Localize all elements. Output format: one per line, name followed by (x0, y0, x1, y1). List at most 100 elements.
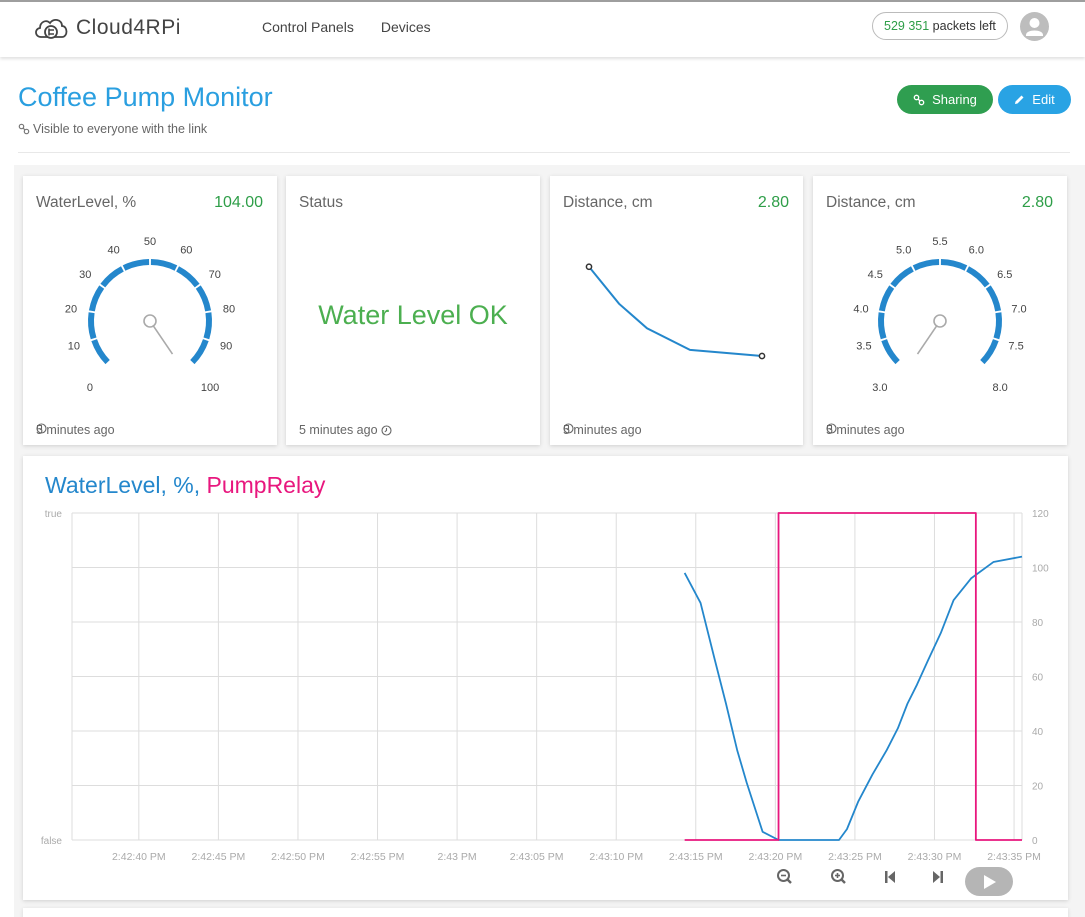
gauge-arc-segment (195, 285, 212, 312)
timeseries-chart-widget[interactable]: WaterLevel, %, PumpRelay 0 20 40 60 80 100 120… (23, 456, 1068, 900)
gauge-tick-label: 7.5 (1008, 341, 1023, 353)
gauge-tick-label: 8.0 (992, 382, 1007, 394)
gauge-arc-segment (912, 259, 940, 271)
x-axis-tick-label: 2:43:35 PM (987, 851, 1041, 863)
gauge-arc-segment (980, 339, 999, 365)
chart-plot: 0 20 40 60 80 100 120 2:42:40 PM 2:42:45 PM 2:42:… (41, 509, 1049, 863)
main-nav: Control Panels Devices (262, 19, 431, 35)
edit-button[interactable]: Edit (998, 85, 1071, 114)
user-avatar-icon[interactable] (1020, 12, 1049, 41)
skip-back-button[interactable] (882, 867, 898, 892)
right-axis-tick-label: 120 (1032, 509, 1049, 520)
nav-devices[interactable]: Devices (381, 19, 431, 35)
clock-icon (36, 423, 47, 434)
x-axis-tick-label: 2:42:55 PM (351, 851, 405, 863)
x-axis-tick-label: 2:42:50 PM (271, 851, 325, 863)
gauge-tick-label: 5.5 (932, 236, 947, 248)
right-axis-tick-label: 100 (1032, 564, 1049, 575)
right-axis-tick-label: 80 (1032, 618, 1044, 629)
brand-logo[interactable]: Cloud4RPi (32, 14, 181, 42)
gauge-tick-label: 0 (87, 382, 93, 394)
gauge-arc-segment (150, 259, 178, 271)
link-icon (913, 94, 925, 105)
gauge-tick-label: 6.0 (969, 245, 984, 257)
gauge-needle-hub (143, 314, 157, 328)
gauge-tick-label: 70 (209, 269, 221, 281)
x-axis-tick-label: 2:42:40 PM (112, 851, 166, 863)
gauge-arc-segment (100, 266, 124, 288)
gauge-tick-label: 4.0 (853, 303, 868, 315)
gauge-tick-label: 3.5 (856, 341, 871, 353)
clock-icon (563, 423, 574, 434)
gauge-arc-segment (91, 339, 110, 365)
gauge-arc-segment (985, 285, 1002, 312)
waterlevel-gauge-widget[interactable]: 0 10 20 30 40 50 60 70 80 90 100 WaterLevel, % 104… (23, 176, 277, 445)
widget-title: Distance, cm (563, 194, 653, 211)
play-icon (984, 874, 996, 889)
header-divider (18, 152, 1070, 153)
updated-text: 5 minutes ago (36, 423, 115, 437)
widget-title: Distance, cm (826, 194, 916, 211)
gauge-tick-label: 5.0 (896, 245, 911, 257)
widget-value: 2.80 (1021, 194, 1053, 211)
zoom-in-icon (831, 869, 846, 884)
status-text: Water Level OK (318, 300, 508, 330)
right-axis-tick-label: 40 (1032, 727, 1044, 738)
clock-icon (380, 424, 392, 436)
gauge-arc-segment (878, 285, 895, 312)
sparkline-chart (585, 263, 766, 360)
packets-left-badge[interactable]: 529 351 packets left (872, 12, 1008, 40)
x-axis-tick-label: 2:43:20 PM (748, 851, 802, 863)
gauge-arc-segment (122, 259, 150, 271)
gauge-tick-label: 90 (220, 341, 232, 353)
widget-timestamp: 5 minutes ago (36, 423, 115, 437)
x-axis-tick-label: 2:43:30 PM (908, 851, 962, 863)
widget-timestamp: 5 minutes ago (826, 423, 905, 437)
updated-text: 5 minutes ago (563, 423, 642, 437)
gauge-tick-label: 6.5 (997, 269, 1012, 281)
next-widget-card (23, 908, 1068, 917)
sharing-button[interactable]: Sharing (897, 85, 993, 114)
play-button[interactable] (965, 867, 1013, 896)
widget-timestamp: 5 minutes ago (563, 423, 642, 437)
zoom-out-button[interactable] (775, 867, 795, 892)
gauge-tick-label: 80 (223, 303, 235, 315)
gauge-arc-segment (878, 312, 887, 340)
gauge-needle (152, 325, 174, 355)
sharing-label: Sharing (932, 92, 977, 107)
gauge-dial: 3.0 3.5 4.0 4.5 5.0 5.5 6.0 6.5 7.0 7.5 8.0 (853, 236, 1026, 394)
clock-icon (826, 423, 837, 434)
gauge-arc-segment (940, 259, 968, 271)
status-widget[interactable]: Status Water Level OK 5 minutes ago (286, 176, 540, 445)
skip-forward-button[interactable] (930, 867, 946, 892)
x-axis-tick-label: 2:43 PM (438, 851, 477, 863)
visibility-note: Visible to everyone with the link (18, 122, 207, 136)
series-line-waterlevel (683, 555, 1023, 841)
gauge-needle-hub (933, 314, 947, 328)
updated-text: 5 minutes ago (826, 423, 905, 437)
distance-gauge-widget[interactable]: 3.0 3.5 4.0 4.5 5.0 5.5 6.0 6.5 7.0 7.5 8.0 Distan… (813, 176, 1067, 445)
gauge-arc-segment (890, 266, 914, 288)
left-axis-label-false: false (41, 836, 63, 847)
right-axis-tick-label: 60 (1032, 673, 1044, 684)
pencil-icon (1015, 95, 1024, 104)
gauge-tick-label: 50 (144, 236, 156, 248)
gauge-tick-label: 7.0 (1011, 303, 1026, 315)
top-navigation-bar: Cloud4RPi Control Panels Devices 529 351… (0, 0, 1085, 57)
zoom-in-button[interactable] (829, 867, 849, 892)
sparkline-endpoint (585, 263, 593, 271)
right-axis-tick-label: 20 (1032, 782, 1044, 793)
nav-control-panels[interactable]: Control Panels (262, 19, 354, 35)
distance-sparkline-widget[interactable]: Distance, cm 2.80 5 minutes ago (550, 176, 803, 445)
page-title: Coffee Pump Monitor (18, 82, 273, 112)
widget-title: Status (299, 194, 343, 211)
packets-count: 529 351 (884, 19, 930, 33)
gauge-arc-segment (966, 266, 990, 288)
gauge-tick-label: 20 (65, 303, 77, 315)
cloud-plug-icon (35, 19, 68, 39)
gauge-arc-segment (88, 285, 105, 312)
widget-value: 2.80 (757, 194, 789, 211)
gauge-arc-segment (203, 312, 212, 340)
widget-title: WaterLevel, % (36, 194, 137, 211)
updated-text: 5 minutes ago (299, 423, 378, 437)
